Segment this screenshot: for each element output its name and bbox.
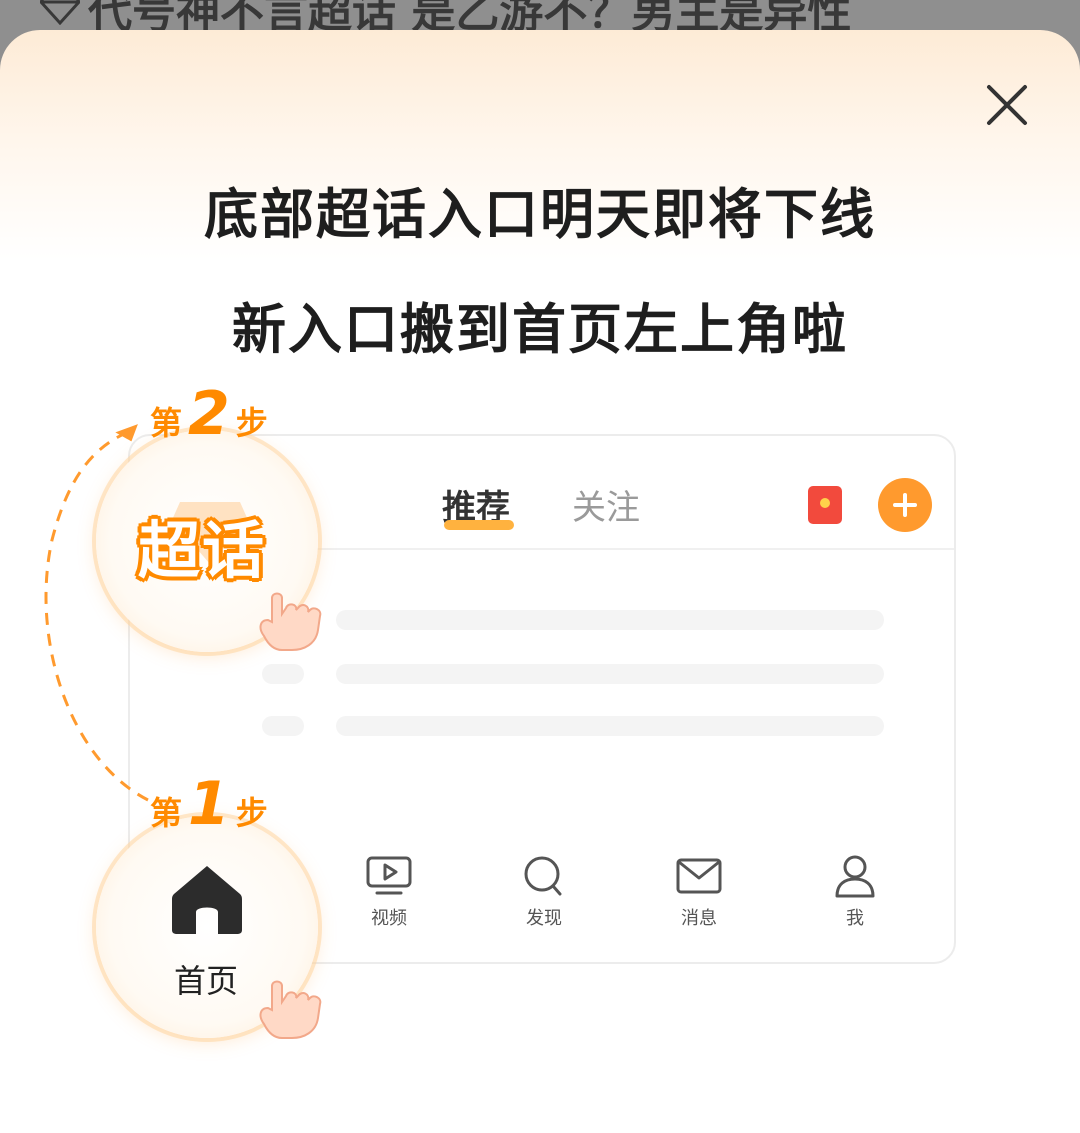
- subtitle-highlight-text: 首页左上角: [512, 298, 792, 361]
- step2-number: 2: [188, 379, 230, 449]
- nav-label-messages: 消息: [681, 908, 717, 929]
- nav-label-video: 视频: [371, 908, 407, 929]
- step2-label: 第 2 步: [150, 384, 268, 444]
- skeleton-line: [336, 664, 884, 684]
- nav-label-discover: 发现: [526, 908, 562, 929]
- search-icon: [524, 856, 562, 896]
- skeleton-line: [336, 610, 884, 630]
- tab-follow: 关注: [572, 488, 640, 528]
- step1-number: 1: [188, 769, 230, 839]
- step2-suffix: 步: [235, 404, 268, 442]
- video-icon: [366, 856, 412, 895]
- subtitle-prefix: 新入口搬到: [232, 298, 512, 361]
- nav-label-me: 我: [846, 908, 864, 929]
- pointing-hand-icon: [259, 592, 322, 651]
- skeleton-block: [262, 664, 304, 684]
- pointing-hand-icon: [259, 980, 322, 1039]
- red-packet-icon: [808, 486, 842, 524]
- supertopic-diamond-icon: [40, 0, 80, 25]
- nav-item-video: 视频: [344, 854, 434, 930]
- nav-item-me: 我: [810, 854, 900, 930]
- home-icon: [172, 866, 242, 934]
- step1-label: 第 1 步: [150, 774, 268, 834]
- home-label: 首页: [174, 962, 239, 1000]
- close-icon[interactable]: [984, 82, 1030, 128]
- subtitle-suffix: 啦: [792, 298, 848, 361]
- skeleton-block: [262, 716, 304, 736]
- nav-item-discover: 发现: [499, 854, 589, 930]
- skeleton-line: [336, 716, 884, 736]
- step1-prefix: 第: [150, 794, 183, 832]
- supertopic-badge-text: 超话: [138, 514, 267, 587]
- active-tab-indicator: [444, 520, 514, 530]
- nav-item-messages: 消息: [654, 854, 744, 930]
- profile-icon: [835, 855, 875, 898]
- subtitle-highlight: 首页左上角: [512, 285, 792, 364]
- plus-icon: [878, 478, 932, 532]
- popup-title: 底部超话入口明天即将下线: [204, 183, 876, 246]
- step1-suffix: 步: [235, 794, 268, 832]
- popup-subtitle: 新入口搬到首页左上角啦: [0, 285, 1080, 364]
- mail-icon: [676, 858, 722, 894]
- step2-prefix: 第: [150, 404, 183, 442]
